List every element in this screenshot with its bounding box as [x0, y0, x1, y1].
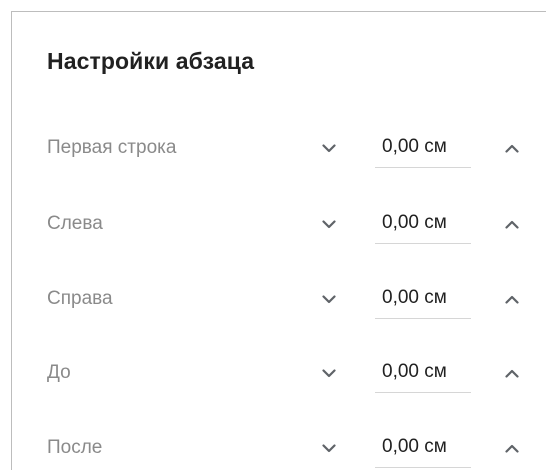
- decrease-button[interactable]: [313, 208, 345, 240]
- chevron-down-icon: [322, 143, 336, 153]
- value-input[interactable]: 0,00 см: [375, 279, 471, 319]
- setting-row-before: До 0,00 см: [12, 345, 546, 401]
- value-text: 0,00 см: [382, 361, 447, 382]
- setting-label: После: [47, 437, 103, 458]
- setting-label: Первая строка: [47, 137, 177, 158]
- decrease-button[interactable]: [313, 283, 345, 315]
- value-input[interactable]: 0,00 см: [375, 204, 471, 244]
- setting-row-first-line: Первая строка 0,00 см: [12, 120, 546, 176]
- chevron-down-icon: [322, 294, 336, 304]
- chevron-up-icon: [505, 295, 519, 304]
- chevron-up-icon: [505, 220, 519, 229]
- value-input[interactable]: 0,00 см: [375, 128, 471, 168]
- setting-row-after: После 0,00 см: [12, 420, 546, 476]
- decrease-button[interactable]: [313, 432, 345, 464]
- value-text: 0,00 см: [382, 436, 447, 457]
- value-text: 0,00 см: [382, 136, 447, 157]
- increase-button[interactable]: [496, 208, 528, 240]
- setting-label: Справа: [47, 288, 113, 309]
- decrease-button[interactable]: [313, 357, 345, 389]
- increase-button[interactable]: [496, 432, 528, 464]
- setting-row-left: Слева 0,00 см: [12, 196, 546, 252]
- setting-label: До: [47, 362, 71, 383]
- chevron-up-icon: [505, 144, 519, 153]
- setting-row-right: Справа 0,00 см: [12, 271, 546, 327]
- setting-label: Слева: [47, 213, 103, 234]
- value-text: 0,00 см: [382, 287, 447, 308]
- value-input[interactable]: 0,00 см: [375, 428, 471, 468]
- paragraph-settings-panel: Настройки абзаца Первая строка 0,00 см С…: [11, 11, 546, 470]
- increase-button[interactable]: [496, 357, 528, 389]
- increase-button[interactable]: [496, 132, 528, 164]
- chevron-down-icon: [322, 368, 336, 378]
- chevron-down-icon: [322, 443, 336, 453]
- chevron-down-icon: [322, 219, 336, 229]
- value-input[interactable]: 0,00 см: [375, 353, 471, 393]
- decrease-button[interactable]: [313, 132, 345, 164]
- chevron-up-icon: [505, 369, 519, 378]
- panel-title: Настройки абзаца: [47, 48, 255, 74]
- value-text: 0,00 см: [382, 212, 447, 233]
- increase-button[interactable]: [496, 283, 528, 315]
- chevron-up-icon: [505, 444, 519, 453]
